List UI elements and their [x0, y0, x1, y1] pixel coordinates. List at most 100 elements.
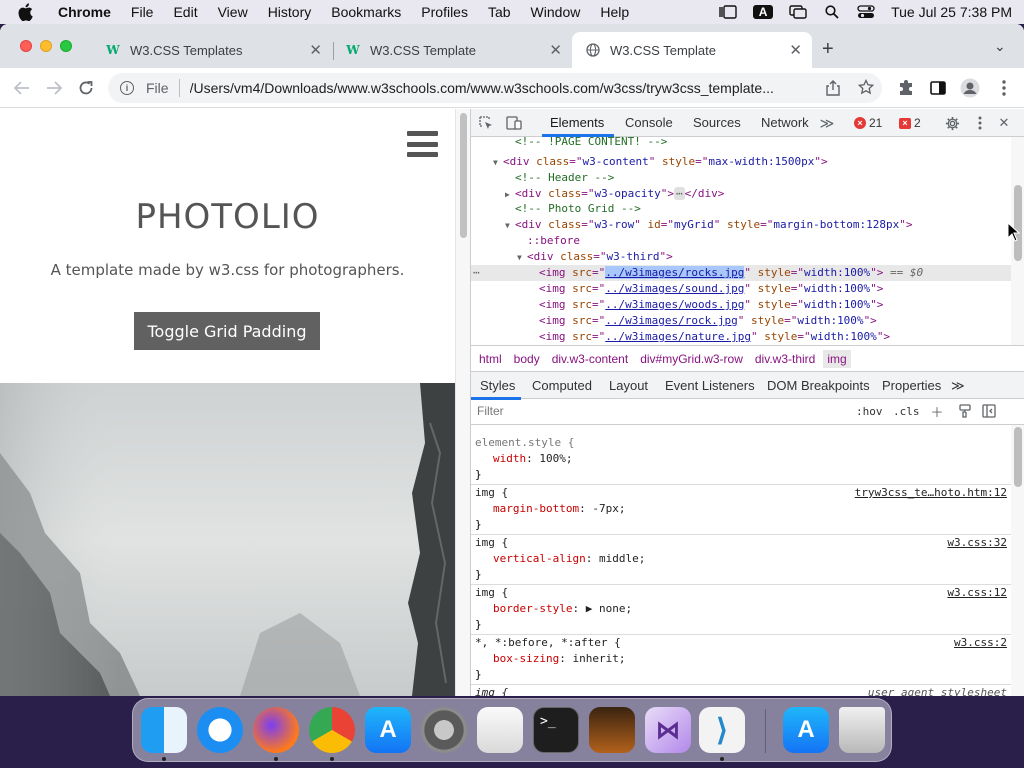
tab-computed[interactable]: Computed: [532, 378, 592, 393]
tab-console[interactable]: Console: [625, 115, 673, 130]
page-scrollbar-thumb[interactable]: [460, 113, 467, 238]
browser-tab-active[interactable]: W3.CSS Template ✕: [572, 32, 812, 68]
css-rule[interactable]: img {tryw3css_te…hoto.htm:12 margin-botto…: [471, 485, 1011, 535]
tab-network[interactable]: Network: [761, 115, 809, 130]
src-link[interactable]: ../w3images/rocks.jpg: [605, 266, 745, 279]
menu-history[interactable]: History: [268, 4, 312, 20]
url-text[interactable]: /Users/vm4/Downloads/www.w3schools.com/w…: [190, 80, 818, 96]
app-store-icon[interactable]: A: [783, 707, 829, 753]
breadcrumb-item[interactable]: div.w3-content: [552, 352, 628, 366]
toggle-grid-padding-button[interactable]: Toggle Grid Padding: [134, 312, 320, 350]
browser-tab[interactable]: W W3.CSS Template ✕: [332, 32, 572, 68]
spotlight-search-icon[interactable]: [823, 5, 841, 19]
css-rule[interactable]: img {w3.css:32 vertical-align: middle;}: [471, 535, 1011, 585]
css-source-link[interactable]: tryw3css_te…hoto.htm:12: [855, 485, 1007, 501]
styles-pane[interactable]: element.style {width: 100%;} img {tryw3cs…: [471, 425, 1011, 696]
dom-tree[interactable]: <!-- !PAGE CONTENT! --> ▼ <div class="w3-c…: [471, 137, 1011, 345]
browser-tab[interactable]: W W3.CSS Templates ✕: [92, 32, 332, 68]
devtools-menu-icon[interactable]: [971, 114, 989, 132]
src-link[interactable]: ../w3images/woods.jpg: [605, 298, 744, 311]
menu-app-name[interactable]: Chrome: [58, 4, 111, 20]
menu-profiles[interactable]: Profiles: [421, 4, 468, 20]
dom-node[interactable]: ▼ <div class="w3-third">: [471, 249, 1011, 265]
dom-node-selected[interactable]: ⋯ <img src="../w3images/rocks.jpg" style=…: [471, 265, 1011, 281]
menu-edit[interactable]: Edit: [173, 4, 197, 20]
hov-toggle[interactable]: :hov: [856, 405, 883, 418]
tab-layout[interactable]: Layout: [609, 378, 648, 393]
dom-node[interactable]: <!-- Photo Grid -->: [471, 201, 1011, 217]
firefox-icon[interactable]: [253, 707, 299, 753]
more-tabs-chevron-icon[interactable]: ≫: [818, 114, 836, 132]
screen-mirroring-icon[interactable]: [789, 5, 807, 19]
tab-elements[interactable]: Elements: [550, 115, 604, 130]
side-panel-icon[interactable]: [928, 78, 948, 98]
terminal-icon[interactable]: >_: [533, 707, 579, 753]
css-rule[interactable]: element.style {width: 100%;}: [471, 435, 1011, 485]
css-property-value[interactable]: 100%: [539, 452, 566, 465]
styles-scrollbar[interactable]: [1011, 425, 1024, 696]
back-arrow-icon[interactable]: [12, 78, 32, 98]
css-property-value[interactable]: ▶ none: [586, 602, 626, 615]
menu-file[interactable]: File: [131, 4, 154, 20]
device-toolbar-icon[interactable]: [505, 114, 523, 132]
breadcrumb-item[interactable]: div#myGrid.w3-row: [640, 352, 743, 366]
dom-node[interactable]: <img src="../w3images/rock.jpg" style="w…: [471, 313, 1011, 329]
css-property-name[interactable]: vertical-align: [493, 552, 586, 565]
expand-open-icon[interactable]: ▼: [505, 218, 515, 234]
tab-sources[interactable]: Sources: [693, 115, 741, 130]
dom-node[interactable]: ▶ <div class="w3-opacity"> ⋯ </div>: [471, 186, 1011, 202]
css-property-name[interactable]: border-style: [493, 602, 572, 615]
breadcrumb-item[interactable]: div.w3-third: [755, 352, 815, 366]
error-count-badge[interactable]: × 21: [854, 116, 882, 130]
css-rule[interactable]: img {w3.css:12 border-style: ▶ none;}: [471, 585, 1011, 635]
extensions-puzzle-icon[interactable]: [896, 78, 916, 98]
inspect-element-icon[interactable]: [477, 114, 495, 132]
app-store-icon[interactable]: A: [365, 707, 411, 753]
css-source-link[interactable]: w3.css:2: [954, 635, 1007, 651]
dom-node[interactable]: <!-- !PAGE CONTENT! -->: [471, 137, 1011, 150]
tab-styles[interactable]: Styles: [480, 378, 515, 393]
tab-event-listeners[interactable]: Event Listeners: [665, 378, 755, 393]
file-scheme-label[interactable]: File: [146, 80, 169, 96]
dom-node[interactable]: ▼ <div class="w3-row" id="myGrid" style="…: [471, 217, 1011, 233]
css-property-name[interactable]: box-sizing: [493, 652, 559, 665]
dom-node[interactable]: <img src="../w3images/woods.jpg" style="…: [471, 297, 1011, 313]
guitar-icon[interactable]: [589, 707, 635, 753]
css-source-link[interactable]: w3.css:12: [947, 585, 1007, 601]
css-rule[interactable]: *, *:before, *:after {w3.css:2 box-sizing…: [471, 635, 1011, 685]
chevron-down-icon[interactable]: ⌄: [994, 38, 1006, 55]
dom-node[interactable]: ::before: [471, 233, 1011, 249]
cls-toggle[interactable]: .cls: [893, 405, 920, 418]
menu-help[interactable]: Help: [600, 4, 629, 20]
issue-count-badge[interactable]: × 2: [899, 116, 921, 130]
minimize-window-button[interactable]: [40, 40, 52, 52]
input-source-icon[interactable]: A: [753, 5, 774, 19]
safari-icon[interactable]: [197, 707, 243, 753]
apple-icon[interactable]: [18, 3, 36, 21]
menu-bookmarks[interactable]: Bookmarks: [331, 4, 401, 20]
menu-clock[interactable]: Tue Jul 25 7:38 PM: [891, 4, 1012, 20]
menu-view[interactable]: View: [218, 4, 248, 20]
kebab-menu-icon[interactable]: [994, 78, 1014, 98]
node-actions-ellipsis[interactable]: ⋯: [473, 265, 480, 281]
address-bar[interactable]: i File /Users/vm4/Downloads/www.w3school…: [108, 73, 882, 103]
styles-filter-input[interactable]: Filter: [477, 404, 847, 420]
forward-arrow-icon[interactable]: [44, 78, 64, 98]
more-tabs-chevron-icon[interactable]: ≫: [951, 378, 965, 394]
close-devtools-icon[interactable]: ✕: [995, 114, 1013, 132]
dom-node[interactable]: ▼ <div class="w3-content" style="max-widt…: [471, 154, 1011, 170]
breadcrumb-item[interactable]: html: [479, 352, 502, 366]
hamburger-menu-icon[interactable]: [407, 131, 438, 157]
zoom-window-button[interactable]: [60, 40, 72, 52]
close-window-button[interactable]: [20, 40, 32, 52]
src-link[interactable]: ../w3images/nature.jpg: [605, 330, 751, 343]
close-icon[interactable]: ✕: [309, 41, 322, 59]
info-icon[interactable]: i: [120, 81, 134, 95]
expand-open-icon[interactable]: ▼: [493, 155, 503, 171]
reload-icon[interactable]: [76, 78, 96, 98]
css-property-name[interactable]: margin-bottom: [493, 502, 579, 515]
settings-icon[interactable]: [421, 707, 467, 753]
src-link[interactable]: ../w3images/sound.jpg: [605, 282, 744, 295]
breadcrumb-item[interactable]: img: [823, 349, 851, 368]
tab-properties[interactable]: Properties: [882, 378, 941, 393]
